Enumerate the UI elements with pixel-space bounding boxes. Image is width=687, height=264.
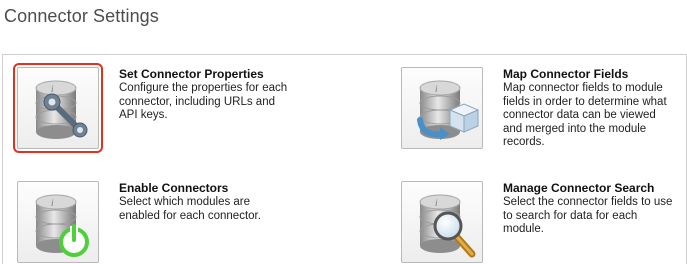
- map-connector-fields-button[interactable]: i: [401, 67, 483, 149]
- set-connector-properties-button[interactable]: i: [13, 63, 103, 153]
- set-connector-properties-description: Configure the properties for each connec…: [119, 82, 288, 121]
- enable-connectors-link[interactable]: Enable Connectors: [119, 181, 289, 195]
- map-connector-fields-description: Map connector fields to module fields in…: [503, 82, 667, 148]
- manage-connector-search-button[interactable]: i: [401, 181, 483, 263]
- tile-enable-connectors: i Enable Connectors Select which modules…: [17, 181, 289, 263]
- connector-settings-page: Connector Settings i Set Connector Prope…: [0, 0, 687, 264]
- enable-connectors-description: Select which modules are enabled for eac…: [119, 196, 261, 222]
- database-cube-icon: i: [417, 80, 480, 140]
- manage-connector-search-description: Select the connector fields to use to se…: [503, 196, 673, 235]
- manage-connector-search-link[interactable]: Manage Connector Search: [503, 181, 673, 195]
- tile-manage-connector-search: i Manage Connector Search Select the con…: [401, 181, 673, 263]
- set-connector-properties-link[interactable]: Set Connector Properties: [119, 67, 289, 81]
- database-search-icon: i: [419, 194, 476, 258]
- enable-connectors-button[interactable]: i: [17, 181, 99, 263]
- database-wrench-icon: i: [35, 80, 88, 139]
- settings-panel: i Set Connector Properties Configure the…: [2, 54, 687, 264]
- database-power-icon: i: [35, 194, 89, 257]
- tile-map-connector-fields: i Map Connector Fields Map connector fie…: [401, 67, 675, 150]
- page-title: Connector Settings: [4, 6, 159, 26]
- tile-set-connector-properties: i Set Connector Properties Configure the…: [13, 63, 289, 153]
- map-connector-fields-link[interactable]: Map Connector Fields: [503, 67, 675, 81]
